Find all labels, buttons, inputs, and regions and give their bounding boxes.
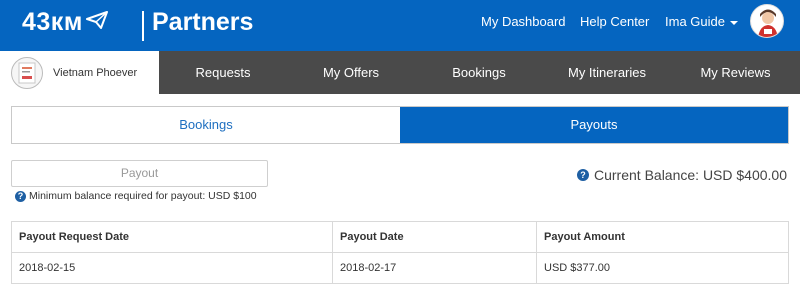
table-cell: USD $377.00: [536, 252, 789, 284]
my-dashboard-link[interactable]: My Dashboard: [481, 14, 566, 29]
question-circle-icon[interactable]: ?: [577, 169, 589, 181]
help-center-link[interactable]: Help Center: [580, 14, 649, 29]
column-header: Payout Request Date: [11, 221, 333, 253]
nav-requests[interactable]: Requests: [159, 51, 287, 94]
brand-title: Partners: [152, 8, 254, 36]
table-header-row: Payout Request Date Payout Date Payout A…: [11, 221, 789, 253]
payout-button[interactable]: Payout: [11, 160, 268, 187]
logo-text: 43км: [22, 8, 83, 36]
payouts-table: Payout Request Date Payout Date Payout A…: [11, 221, 789, 284]
top-header: 43км Partners My Dashboard Help Center I…: [0, 0, 800, 51]
account-switcher[interactable]: Vietnam Phoever: [0, 51, 159, 94]
caret-down-icon: [729, 20, 738, 25]
question-circle-icon: ?: [15, 190, 26, 202]
nav-my-reviews[interactable]: My Reviews: [671, 51, 800, 94]
paper-plane-icon: [85, 10, 108, 29]
tab-bar: Bookings Payouts: [11, 106, 789, 144]
book-icon: [18, 62, 36, 83]
table-cell: 2018-02-15: [11, 252, 333, 284]
tab-bookings[interactable]: Bookings: [12, 107, 400, 143]
table-row: 2018-02-15 2018-02-17 USD $377.00: [11, 252, 789, 284]
nav-bookings[interactable]: Bookings: [415, 51, 543, 94]
current-balance-text: Current Balance: USD $400.00: [594, 167, 787, 183]
nav-my-itineraries[interactable]: My Itineraries: [543, 51, 671, 94]
column-header: Payout Amount: [536, 221, 789, 253]
avatar[interactable]: [750, 4, 784, 38]
column-header: Payout Date: [332, 221, 537, 253]
minimum-balance-text: Minimum balance required for payout: USD…: [29, 190, 257, 202]
avatar-image: [758, 9, 778, 37]
user-menu-label: Ima Guide: [665, 14, 725, 29]
nav-my-offers[interactable]: My Offers: [287, 51, 415, 94]
section-nav: Vietnam Phoever Requests My Offers Booki…: [0, 51, 800, 94]
site-logo[interactable]: 43км: [22, 8, 108, 37]
account-name: Vietnam Phoever: [53, 66, 138, 79]
user-menu[interactable]: Ima Guide: [665, 14, 738, 29]
header-divider: [142, 11, 144, 41]
account-thumbnail: [11, 56, 43, 89]
current-balance: ? Current Balance: USD $400.00: [577, 167, 787, 183]
tab-payouts[interactable]: Payouts: [400, 107, 788, 143]
minimum-balance-note: ? Minimum balance required for payout: U…: [15, 190, 257, 202]
table-cell: 2018-02-17: [332, 252, 537, 284]
